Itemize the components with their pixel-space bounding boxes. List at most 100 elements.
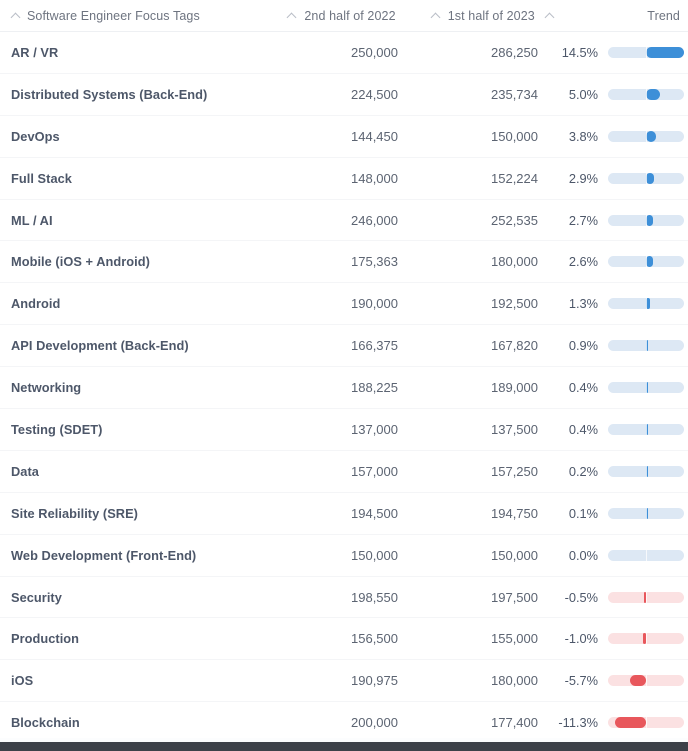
row-trend-cell xyxy=(598,465,688,477)
row-value-current: 150,000 xyxy=(491,128,538,144)
column-header-1st-half-2023[interactable]: 1st half of 2023 xyxy=(402,9,541,23)
row-value-previous: 246,000 xyxy=(351,212,398,228)
table-row[interactable]: Web Development (Front-End) 150,000 150,00… xyxy=(0,534,688,577)
trend-bar-fill xyxy=(646,46,684,58)
row-value-current: 180,000 xyxy=(491,673,538,689)
trend-bar xyxy=(608,423,684,435)
trend-bar-fill xyxy=(646,298,650,310)
row-label: Production xyxy=(11,631,80,647)
trend-bar xyxy=(608,717,684,729)
column-header-percent-change[interactable] xyxy=(541,10,595,21)
row-label: Web Development (Front-End) xyxy=(11,547,197,563)
table-row[interactable]: Networking 188,225 189,000 0.4% xyxy=(0,367,688,410)
row-trend-cell xyxy=(598,256,688,268)
column-header-focus-tags[interactable]: Software Engineer Focus Tags xyxy=(0,9,245,23)
row-trend-cell xyxy=(598,88,688,100)
chevron-up-icon[interactable] xyxy=(11,10,22,21)
row-value-previous: 157,000 xyxy=(351,463,398,479)
table-row[interactable]: API Development (Back-End) 166,375 167,820… xyxy=(0,325,688,368)
row-value-previous: 198,550 xyxy=(351,589,398,605)
row-label: DevOps xyxy=(11,128,60,144)
row-percent-change: 0.1% xyxy=(568,505,598,521)
trend-bar xyxy=(608,675,684,687)
row-label: Site Reliability (SRE) xyxy=(11,505,138,521)
row-percent-change: 0.2% xyxy=(568,463,598,479)
row-percent-change: 2.6% xyxy=(568,254,598,270)
trend-bar xyxy=(608,633,684,645)
table-row[interactable]: Distributed Systems (Back-End) 224,500 235… xyxy=(0,73,688,116)
table-row[interactable]: Data 157,000 157,250 0.2% xyxy=(0,450,688,493)
table-row[interactable]: Site Reliability (SRE) 194,500 194,750 0.1% xyxy=(0,492,688,535)
trend-bar-midline xyxy=(645,172,647,184)
row-value-current: 137,500 xyxy=(491,421,538,437)
row-trend-cell xyxy=(598,549,688,561)
row-value-previous: 200,000 xyxy=(351,715,398,731)
chevron-up-icon[interactable] xyxy=(287,10,298,21)
table-row[interactable]: iOS 190,975 180,000 -5.7% xyxy=(0,660,688,703)
row-value-previous: 190,975 xyxy=(351,673,398,689)
trend-bar xyxy=(608,130,684,142)
row-percent-change: -11.3% xyxy=(558,715,598,731)
table-body: AR / VR 250,000 286,250 14.5% Distributed Sy… xyxy=(0,32,688,745)
row-value-previous: 150,000 xyxy=(351,547,398,563)
trend-bar-midline xyxy=(645,298,647,310)
table-row[interactable]: ML / AI 246,000 252,535 2.7% xyxy=(0,199,688,242)
table-row[interactable]: DevOps 144,450 150,000 3.8% xyxy=(0,115,688,158)
row-value-current: 286,250 xyxy=(491,44,538,60)
row-value-current: 235,734 xyxy=(491,86,538,102)
row-value-current: 180,000 xyxy=(491,254,538,270)
row-label: Security xyxy=(11,589,62,605)
row-value-current: 194,750 xyxy=(491,505,538,521)
row-percent-change: 3.8% xyxy=(568,128,598,144)
trend-bar-midline xyxy=(645,214,647,226)
row-value-previous: 144,450 xyxy=(351,128,398,144)
column-header-label: Software Engineer Focus Tags xyxy=(27,8,200,23)
row-value-previous: 190,000 xyxy=(351,296,398,312)
trend-bar xyxy=(608,507,684,519)
column-header-trend[interactable]: Trend xyxy=(595,9,684,23)
trend-bar-fill xyxy=(614,717,646,729)
column-header-2nd-half-2022[interactable]: 2nd half of 2022 xyxy=(245,9,402,23)
table-row[interactable]: Android 190,000 192,500 1.3% xyxy=(0,283,688,326)
trend-bar xyxy=(608,88,684,100)
row-percent-change: 14.5% xyxy=(561,44,598,60)
trend-bar xyxy=(608,256,684,268)
row-percent-change: 0.4% xyxy=(568,380,598,396)
chevron-up-icon[interactable] xyxy=(545,10,556,21)
table-row[interactable]: Full Stack 148,000 152,224 2.9% xyxy=(0,157,688,200)
trend-bar-fill xyxy=(646,256,654,268)
row-label: Networking xyxy=(11,380,82,396)
row-percent-change: 2.7% xyxy=(568,212,598,228)
trend-bar xyxy=(608,46,684,58)
row-trend-cell xyxy=(598,46,688,58)
row-value-current: 152,224 xyxy=(491,170,538,186)
column-header-label: 2nd half of 2022 xyxy=(304,8,396,23)
row-trend-cell xyxy=(598,591,688,603)
row-value-previous: 148,000 xyxy=(351,170,398,186)
trend-bar-fill xyxy=(646,88,660,100)
chevron-up-icon[interactable] xyxy=(431,10,442,21)
trend-bar-midline xyxy=(645,88,647,100)
table-row[interactable]: Mobile (iOS + Android) 175,363 180,000 2.6% xyxy=(0,241,688,284)
trend-bar-midline xyxy=(645,633,647,645)
table-row[interactable]: Security 198,550 197,500 -0.5% xyxy=(0,576,688,619)
row-value-previous: 250,000 xyxy=(351,44,398,60)
footer-bar xyxy=(0,742,688,751)
table-row[interactable]: Production 156,500 155,000 -1.0% xyxy=(0,618,688,661)
trend-bar-midline xyxy=(645,423,647,435)
trend-bar-midline xyxy=(645,549,647,561)
row-label: Testing (SDET) xyxy=(11,421,103,437)
trend-bar xyxy=(608,214,684,226)
row-value-current: 157,250 xyxy=(491,463,538,479)
table-row[interactable]: AR / VR 250,000 286,250 14.5% xyxy=(0,32,688,74)
row-percent-change: 1.3% xyxy=(568,296,598,312)
row-label: Mobile (iOS + Android) xyxy=(11,254,150,270)
column-header-label: Trend xyxy=(647,8,680,23)
row-percent-change: 0.0% xyxy=(568,547,598,563)
row-trend-cell xyxy=(598,675,688,687)
table-header-row: Software Engineer Focus Tags 2nd half of… xyxy=(0,0,688,32)
table-row[interactable]: Testing (SDET) 137,000 137,500 0.4% xyxy=(0,409,688,451)
trend-bar-midline xyxy=(645,46,647,58)
row-percent-change: -1.0% xyxy=(564,631,598,647)
row-value-current: 192,500 xyxy=(491,296,538,312)
